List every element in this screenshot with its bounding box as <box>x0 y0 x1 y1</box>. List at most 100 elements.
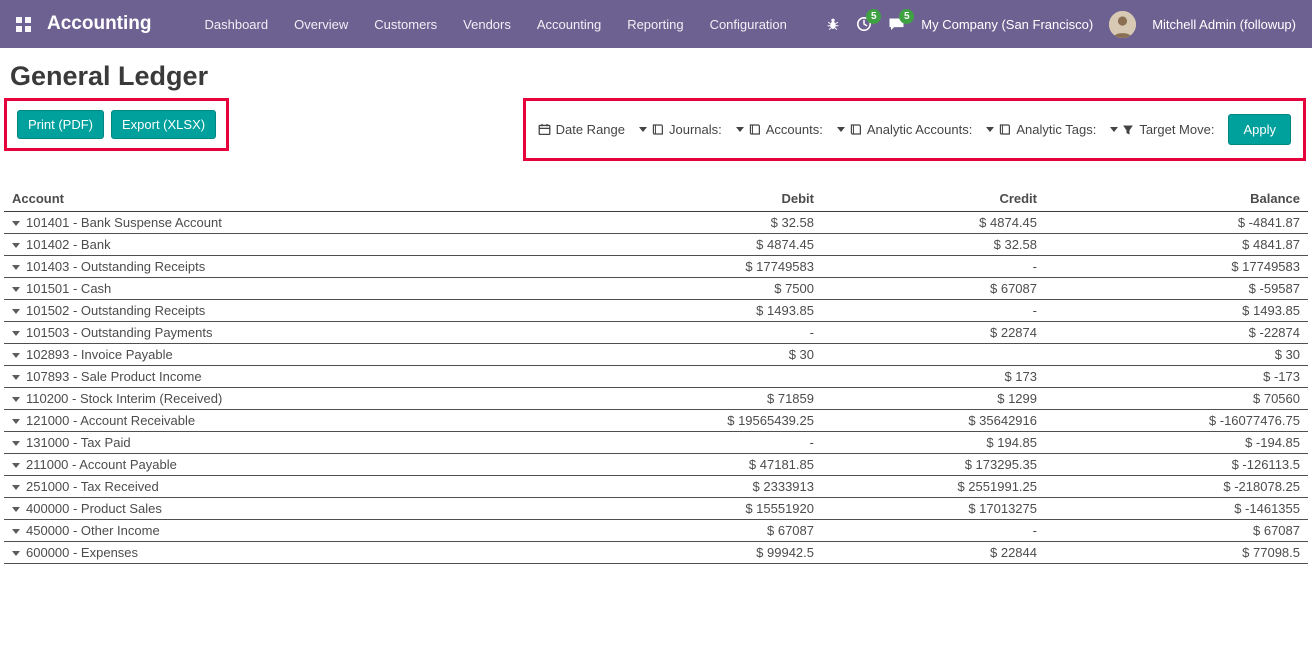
calendar-icon <box>538 123 551 136</box>
account-label: 251000 - Tax Received <box>26 479 159 494</box>
table-row[interactable]: 101503 - Outstanding Payments - $ 22874 … <box>4 321 1308 343</box>
credit-cell: $ 173295.35 <box>822 453 1045 475</box>
table-row[interactable]: 101403 - Outstanding Receipts $ 17749583… <box>4 255 1308 277</box>
target-move-filter[interactable]: Target Move: <box>1110 122 1214 137</box>
target-move-label: Target Move: <box>1139 122 1214 137</box>
nav-item-configuration[interactable]: Configuration <box>697 10 800 39</box>
filter-funnel-icon <box>1122 124 1134 136</box>
table-row[interactable]: 131000 - Tax Paid - $ 194.85 $ -194.85 <box>4 431 1308 453</box>
table-row[interactable]: 101401 - Bank Suspense Account $ 32.58 $… <box>4 211 1308 233</box>
journals-filter[interactable]: Journals: <box>639 122 722 137</box>
debit-cell: $ 15551920 <box>600 497 822 519</box>
debit-cell: $ 71859 <box>600 387 822 409</box>
row-expand-caret[interactable] <box>12 287 20 292</box>
account-label: 101502 - Outstanding Receipts <box>26 303 205 318</box>
row-expand-caret[interactable] <box>12 309 20 314</box>
nav-item-customers[interactable]: Customers <box>361 10 450 39</box>
analytic-tags-filter[interactable]: Analytic Tags: <box>986 122 1096 137</box>
nav-item-accounting[interactable]: Accounting <box>524 10 614 39</box>
credit-cell: - <box>822 255 1045 277</box>
table-row[interactable]: 251000 - Tax Received $ 2333913 $ 255199… <box>4 475 1308 497</box>
table-row[interactable]: 211000 - Account Payable $ 47181.85 $ 17… <box>4 453 1308 475</box>
account-label: 400000 - Product Sales <box>26 501 162 516</box>
row-expand-caret[interactable] <box>12 243 20 248</box>
table-row[interactable]: 107893 - Sale Product Income $ 173 $ -17… <box>4 365 1308 387</box>
account-label: 600000 - Expenses <box>26 545 138 560</box>
analytic-accounts-label: Analytic Accounts: <box>867 122 973 137</box>
balance-cell: $ -126113.5 <box>1045 453 1308 475</box>
messages-icon[interactable]: 5 <box>888 16 905 32</box>
balance-column-header: Balance <box>1045 187 1308 211</box>
avatar[interactable] <box>1109 11 1136 38</box>
top-navbar: Accounting DashboardOverviewCustomersVen… <box>0 0 1312 48</box>
account-label: 107893 - Sale Product Income <box>26 369 202 384</box>
row-expand-caret[interactable] <box>12 463 20 468</box>
account-label: 101401 - Bank Suspense Account <box>26 215 222 230</box>
activity-clock-icon[interactable]: 5 <box>856 16 872 32</box>
row-expand-caret[interactable] <box>12 507 20 512</box>
table-row[interactable]: 110200 - Stock Interim (Received) $ 7185… <box>4 387 1308 409</box>
table-row[interactable]: 600000 - Expenses $ 99942.5 $ 22844 $ 77… <box>4 541 1308 563</box>
debit-cell <box>600 365 822 387</box>
apply-button[interactable]: Apply <box>1228 114 1291 145</box>
row-expand-caret[interactable] <box>12 331 20 336</box>
credit-cell: $ 67087 <box>822 277 1045 299</box>
row-expand-caret[interactable] <box>12 221 20 226</box>
table-row[interactable]: 450000 - Other Income $ 67087 - $ 67087 <box>4 519 1308 541</box>
row-expand-caret[interactable] <box>12 375 20 380</box>
row-expand-caret[interactable] <box>12 529 20 534</box>
page-title: General Ledger <box>10 61 1308 92</box>
book-icon <box>651 123 664 136</box>
apps-grid-icon[interactable] <box>12 13 35 36</box>
credit-cell: $ 22844 <box>822 541 1045 563</box>
caret-down-icon <box>837 127 845 132</box>
row-expand-caret[interactable] <box>12 353 20 358</box>
general-ledger-table: Account Debit Credit Balance 101401 - Ba… <box>4 187 1308 564</box>
balance-cell: $ -22874 <box>1045 321 1308 343</box>
table-row[interactable]: 101501 - Cash $ 7500 $ 67087 $ -59587 <box>4 277 1308 299</box>
bug-icon[interactable] <box>826 17 840 31</box>
row-expand-caret[interactable] <box>12 265 20 270</box>
debit-column-header: Debit <box>600 187 822 211</box>
balance-cell: $ -173 <box>1045 365 1308 387</box>
export-xlsx-button[interactable]: Export (XLSX) <box>111 110 216 139</box>
caret-down-icon <box>639 127 647 132</box>
row-expand-caret[interactable] <box>12 485 20 490</box>
accounts-label: Accounts: <box>766 122 823 137</box>
table-row[interactable]: 121000 - Account Receivable $ 19565439.2… <box>4 409 1308 431</box>
print-pdf-button[interactable]: Print (PDF) <box>17 110 104 139</box>
accounts-filter[interactable]: Accounts: <box>736 122 823 137</box>
balance-cell: $ 70560 <box>1045 387 1308 409</box>
nav-item-vendors[interactable]: Vendors <box>450 10 524 39</box>
row-expand-caret[interactable] <box>12 397 20 402</box>
row-expand-caret[interactable] <box>12 441 20 446</box>
debit-cell: $ 17749583 <box>600 255 822 277</box>
debit-cell: $ 2333913 <box>600 475 822 497</box>
nav-item-overview[interactable]: Overview <box>281 10 361 39</box>
table-row[interactable]: 102893 - Invoice Payable $ 30 $ 30 <box>4 343 1308 365</box>
company-switcher[interactable]: My Company (San Francisco) <box>921 17 1093 32</box>
journals-label: Journals: <box>669 122 722 137</box>
credit-cell: $ 1299 <box>822 387 1045 409</box>
analytic-accounts-filter[interactable]: Analytic Accounts: <box>837 122 973 137</box>
row-expand-caret[interactable] <box>12 551 20 556</box>
app-brand[interactable]: Accounting <box>47 13 152 35</box>
balance-cell: $ 17749583 <box>1045 255 1308 277</box>
table-row[interactable]: 101502 - Outstanding Receipts $ 1493.85 … <box>4 299 1308 321</box>
debit-cell: $ 99942.5 <box>600 541 822 563</box>
debit-cell: - <box>600 321 822 343</box>
nav-item-dashboard[interactable]: Dashboard <box>192 10 282 39</box>
debit-cell: - <box>600 431 822 453</box>
row-expand-caret[interactable] <box>12 419 20 424</box>
table-row[interactable]: 101402 - Bank $ 4874.45 $ 32.58 $ 4841.8… <box>4 233 1308 255</box>
activity-badge: 5 <box>866 9 881 24</box>
date-range-filter[interactable]: Date Range <box>538 122 625 137</box>
balance-cell: $ 4841.87 <box>1045 233 1308 255</box>
nav-item-reporting[interactable]: Reporting <box>614 10 696 39</box>
debit-cell: $ 67087 <box>600 519 822 541</box>
table-row[interactable]: 400000 - Product Sales $ 15551920 $ 1701… <box>4 497 1308 519</box>
credit-cell: $ 2551991.25 <box>822 475 1045 497</box>
user-menu[interactable]: Mitchell Admin (followup) <box>1152 17 1296 32</box>
account-label: 131000 - Tax Paid <box>26 435 131 450</box>
caret-down-icon <box>736 127 744 132</box>
